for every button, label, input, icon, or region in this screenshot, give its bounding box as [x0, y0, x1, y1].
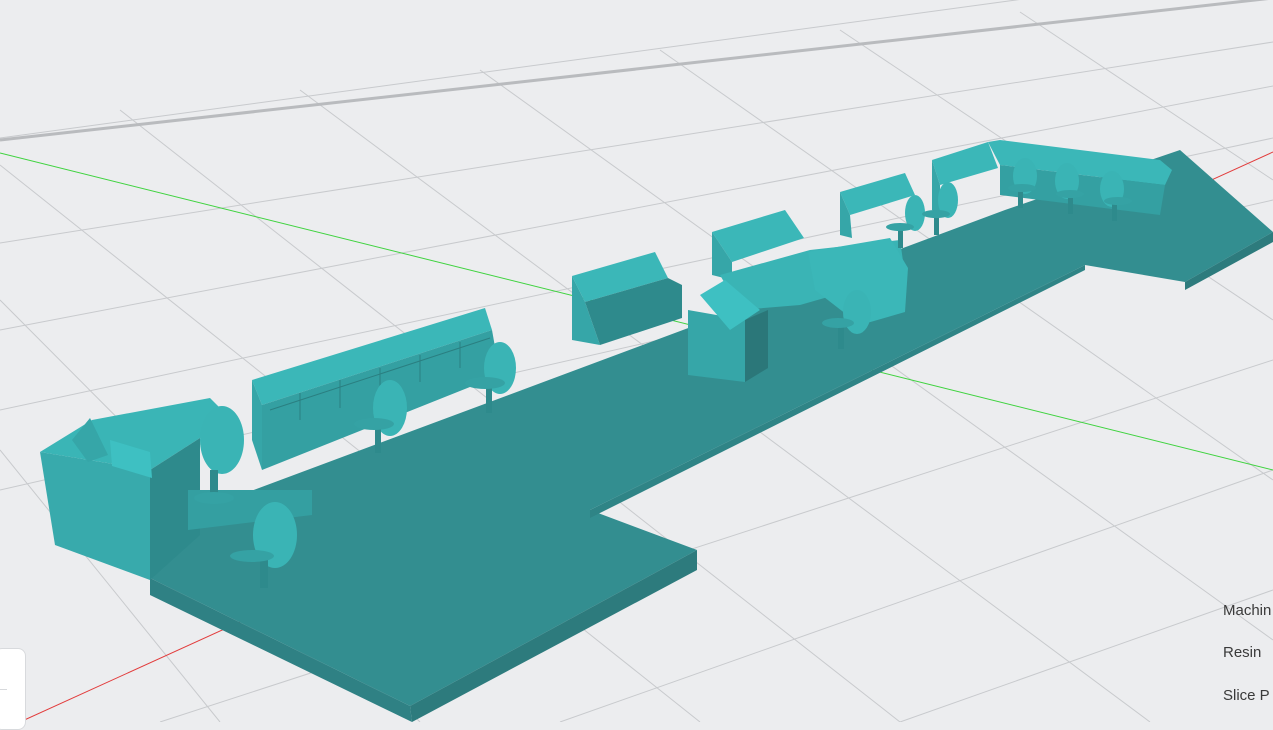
right-console-a-top: [840, 173, 915, 215]
side-panel-divider: [0, 689, 7, 690]
slice-label: Slice P: [1223, 687, 1270, 704]
3d-model-viewport[interactable]: [0, 0, 1273, 722]
right-console-b-top: [932, 142, 998, 185]
chair-6: [886, 195, 925, 248]
build-plate-edge: [0, 0, 1269, 142]
chair-7: [922, 182, 958, 235]
resin-label: Resin: [1223, 644, 1262, 661]
machine-label: Machin: [1223, 602, 1272, 619]
side-panel-card[interactable]: [0, 648, 26, 730]
bridge-model[interactable]: [40, 140, 1273, 722]
print-info-panel: Machin Resin Slice P: [1223, 600, 1273, 722]
